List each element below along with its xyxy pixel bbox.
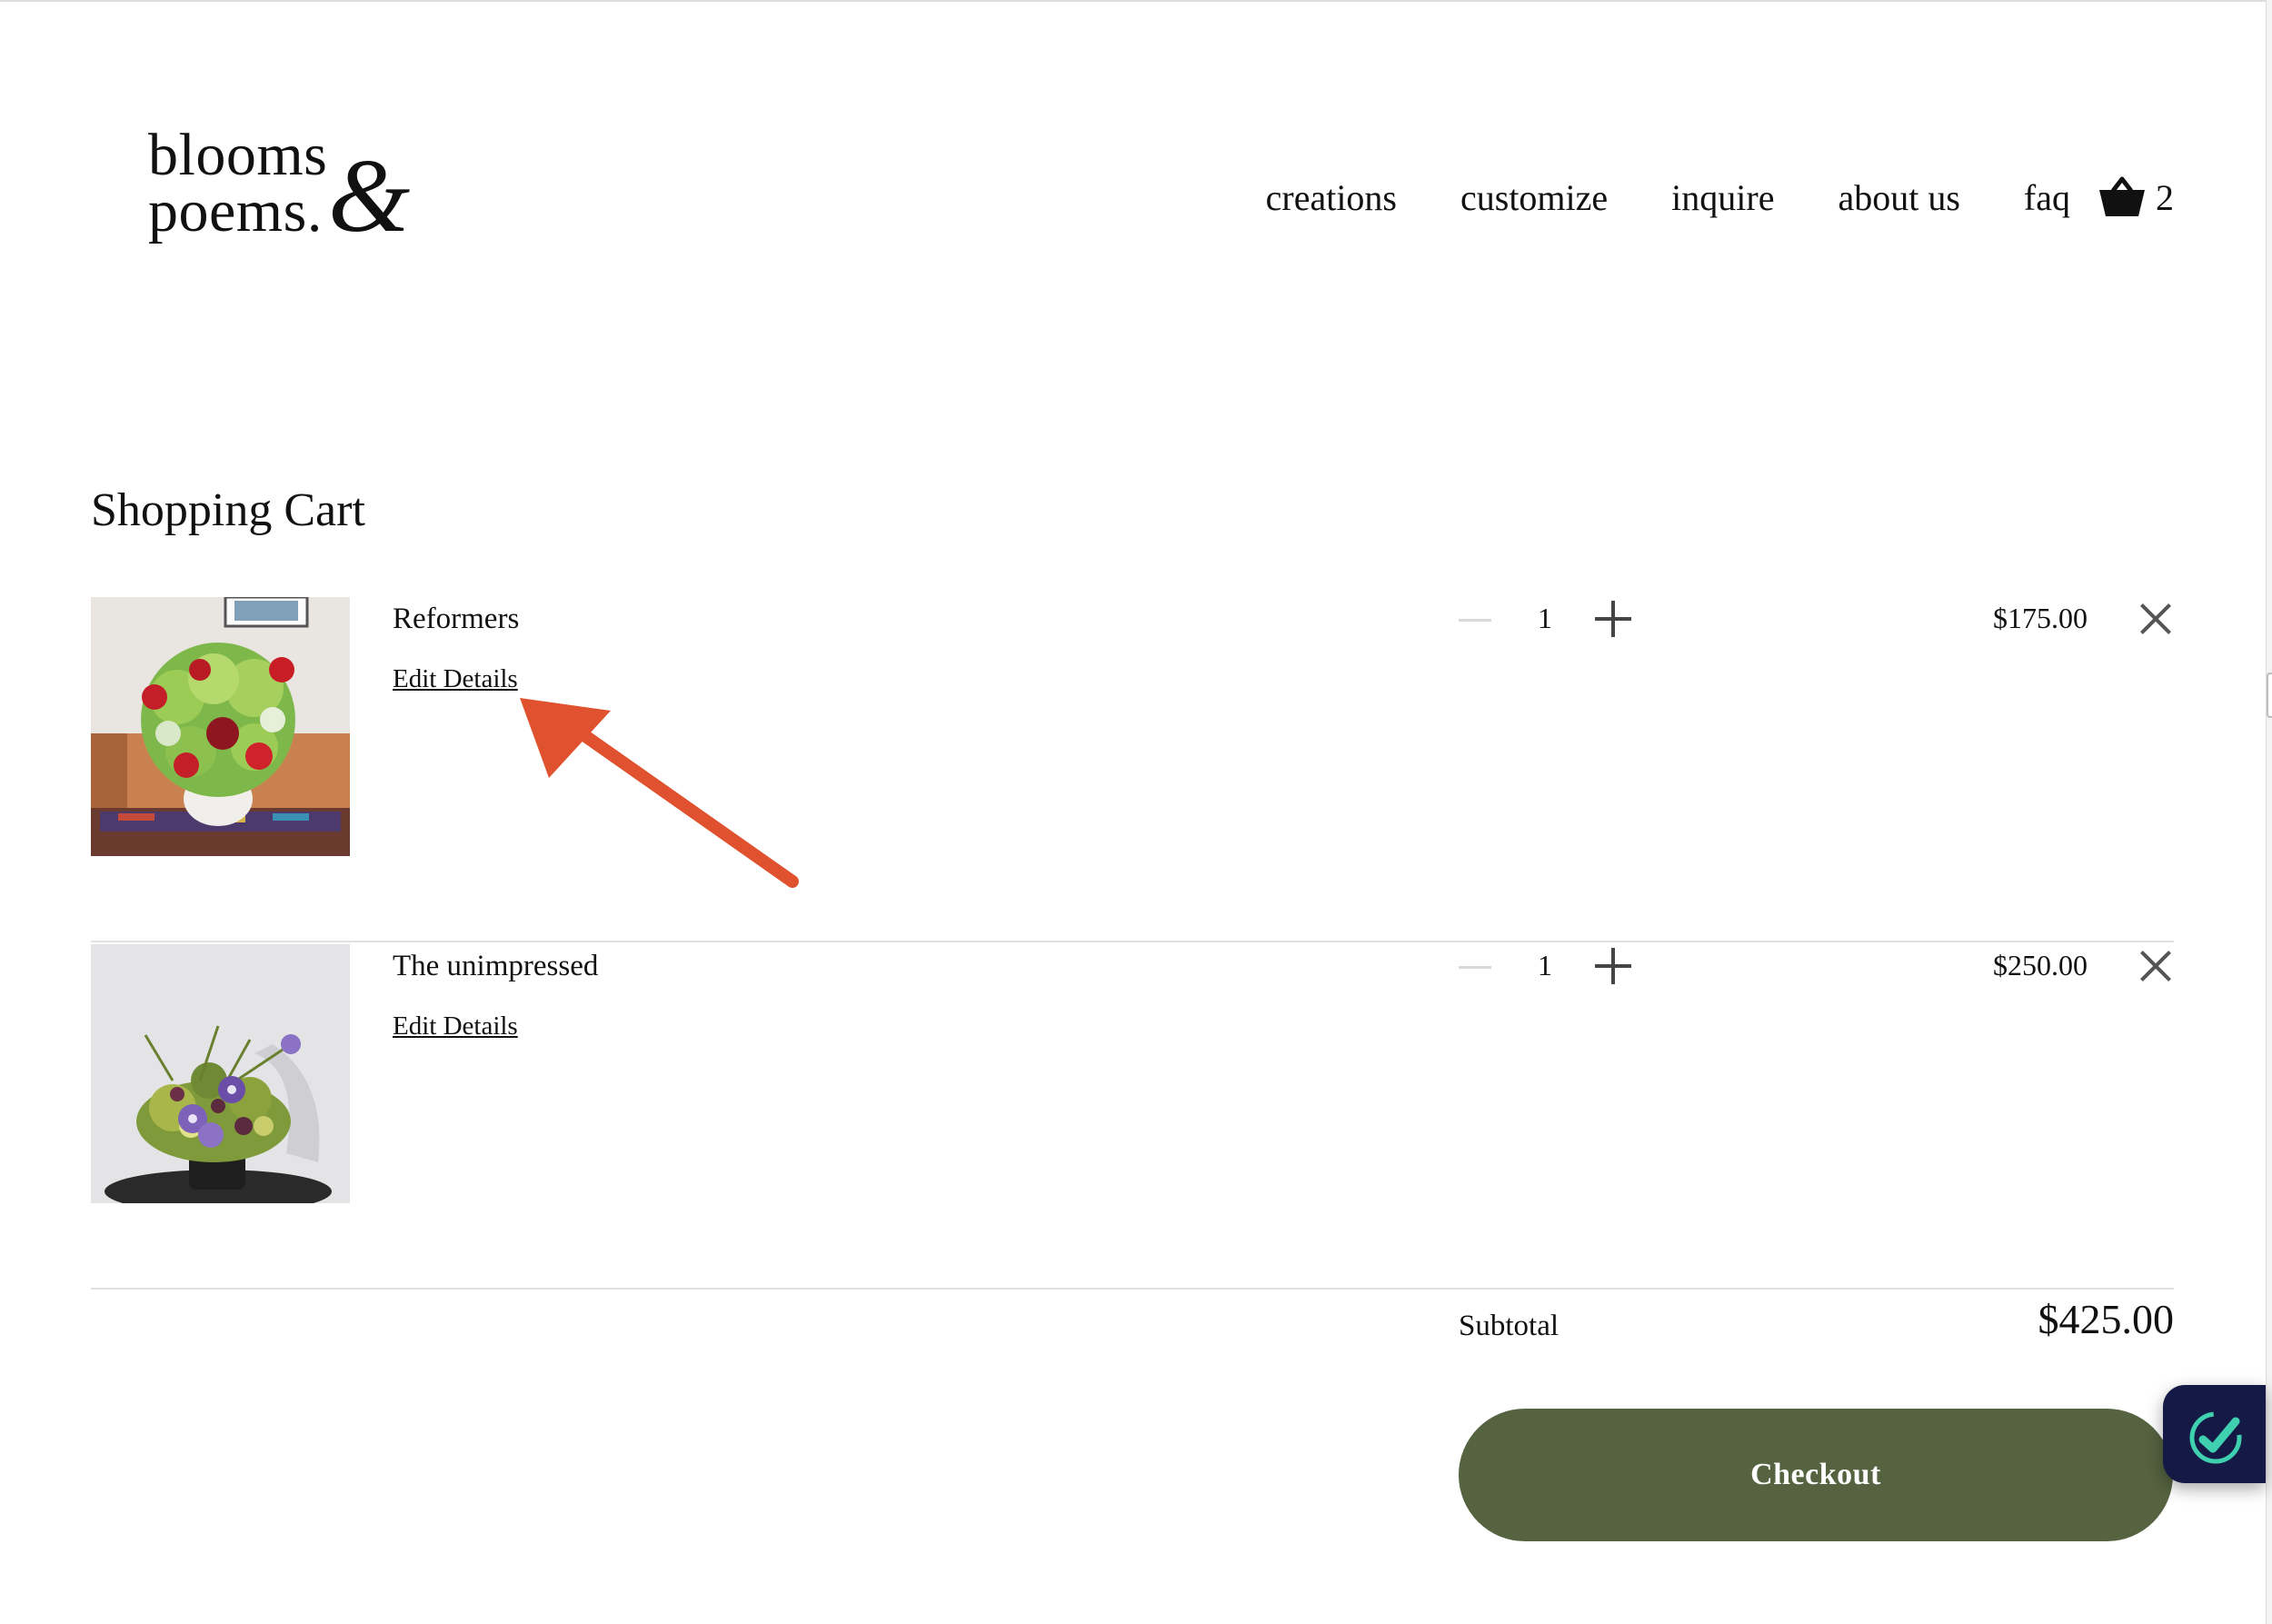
minus-icon[interactable] — [1459, 619, 1491, 622]
flower-arrangement-red-green-icon — [91, 597, 350, 856]
nav-inquire[interactable]: inquire — [1671, 176, 1774, 219]
site-logo[interactable]: blooms poems. & — [148, 125, 448, 253]
flower-arrangement-purple-icon — [91, 944, 350, 1203]
checkout-button[interactable]: Checkout — [1459, 1409, 2173, 1541]
product-image[interactable] — [91, 597, 350, 856]
close-icon[interactable] — [2137, 601, 2174, 637]
logo-ampersand: & — [328, 138, 411, 254]
main-nav: creations customize inquire about us faq… — [1266, 174, 2174, 220]
close-icon[interactable] — [2137, 948, 2174, 984]
cart-count: 2 — [2156, 176, 2174, 218]
product-name[interactable]: The unimpressed — [393, 950, 598, 983]
check-badge-icon — [2189, 1411, 2242, 1464]
page-title: Shopping Cart — [91, 484, 365, 536]
cart-item: The unimpressed Edit Details 1 $250.00 — [91, 944, 2174, 1290]
basket-icon — [2098, 176, 2147, 218]
nav-about-us[interactable]: about us — [1838, 176, 1959, 219]
quantity-value: 1 — [1538, 949, 1552, 981]
product-image[interactable] — [91, 944, 350, 1203]
product-name[interactable]: Reformers — [393, 603, 519, 636]
subtotal-value: $425.00 — [2038, 1296, 2175, 1342]
nav-faq[interactable]: faq — [2024, 176, 2070, 219]
plus-icon[interactable] — [1595, 948, 1631, 984]
logo-word-poems: poems. — [148, 178, 323, 244]
item-price: $250.00 — [1993, 949, 2088, 981]
arrow-annotation — [520, 698, 799, 888]
quantity-value: 1 — [1538, 602, 1552, 634]
row-divider — [91, 941, 2174, 942]
subtotal-label: Subtotal — [1459, 1310, 1560, 1342]
cart-link[interactable]: 2 — [2098, 176, 2174, 219]
row-divider — [91, 1288, 2174, 1290]
top-border — [0, 0, 2266, 2]
nav-creations[interactable]: creations — [1266, 176, 1397, 219]
item-price: $175.00 — [1993, 602, 2088, 634]
edge-tab[interactable] — [2267, 673, 2272, 718]
edit-details-link[interactable]: Edit Details — [393, 664, 518, 694]
nav-customize[interactable]: customize — [1460, 176, 1608, 219]
plus-icon[interactable] — [1595, 601, 1631, 637]
logo-word-blooms: blooms — [148, 122, 328, 188]
edit-details-link[interactable]: Edit Details — [393, 1011, 518, 1041]
minus-icon[interactable] — [1459, 966, 1491, 969]
cart-item: Reformers Edit Details 1 $175.00 — [91, 597, 2174, 942]
floating-widget[interactable] — [2163, 1385, 2266, 1483]
browser-scroll-edge[interactable] — [2266, 0, 2272, 1624]
